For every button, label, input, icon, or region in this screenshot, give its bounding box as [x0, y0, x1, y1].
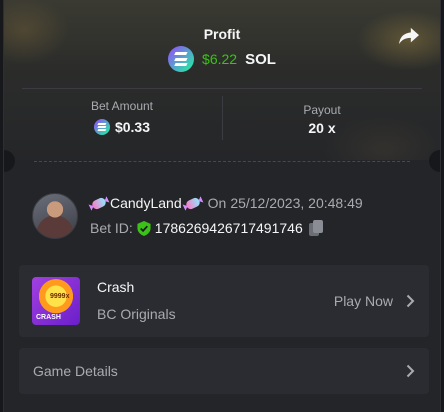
- game-panel[interactable]: 9999x CRASH Crash BC Originals Play Now: [19, 265, 429, 337]
- play-now-button[interactable]: Play Now: [334, 293, 393, 309]
- game-details-label: Game Details: [33, 363, 118, 379]
- bet-amount-value: $0.33: [22, 119, 222, 135]
- avatar[interactable]: [32, 193, 78, 239]
- thumbnail-badge: 9999x: [50, 293, 70, 300]
- verified-shield-icon: [137, 220, 151, 236]
- on-label: On: [207, 195, 227, 211]
- bet-id-value: 1786269426717491746: [154, 220, 303, 236]
- game-name: Crash: [97, 279, 135, 295]
- bet-datetime: 25/12/2023, 20:48:49: [230, 195, 363, 211]
- candy-icon: [90, 195, 108, 211]
- payout-value: 20 x: [308, 120, 336, 136]
- bet-amount-text: $0.33: [114, 119, 151, 135]
- share-icon[interactable]: [398, 26, 420, 46]
- candy-icon: [184, 195, 201, 211]
- payout-label: Payout: [303, 103, 341, 117]
- profit-title: Profit: [203, 26, 241, 42]
- profit-row: $6.22 SOL: [4, 46, 440, 72]
- bet-id-label: Bet ID:: [90, 220, 133, 236]
- bet-amount-label: Bet Amount: [90, 99, 154, 113]
- copy-icon[interactable]: [308, 220, 323, 236]
- profit-currency: SOL: [245, 50, 276, 68]
- ticket-notch-right: [429, 150, 440, 172]
- player-line: CandyLand On 25/12/2023, 20:48:49: [90, 195, 363, 211]
- player-name[interactable]: CandyLand: [110, 195, 182, 211]
- profit-value: $6.22: [202, 51, 238, 67]
- dashed-divider: [34, 161, 410, 162]
- game-details-row[interactable]: Game Details: [19, 348, 429, 394]
- bet-detail-card: Profit $6.22 SOL Bet Amount $0.33 Payout…: [3, 0, 441, 412]
- sol-icon: [168, 46, 195, 72]
- game-provider: BC Originals: [97, 306, 176, 322]
- chevron-right-icon[interactable]: [406, 364, 415, 378]
- sol-icon: [93, 119, 110, 135]
- divider: [22, 88, 422, 89]
- game-thumbnail[interactable]: 9999x CRASH: [32, 277, 80, 325]
- thumbnail-label: CRASH: [36, 314, 61, 321]
- chevron-right-icon[interactable]: [406, 294, 415, 308]
- bet-id-line: Bet ID: 1786269426717491746: [90, 220, 323, 236]
